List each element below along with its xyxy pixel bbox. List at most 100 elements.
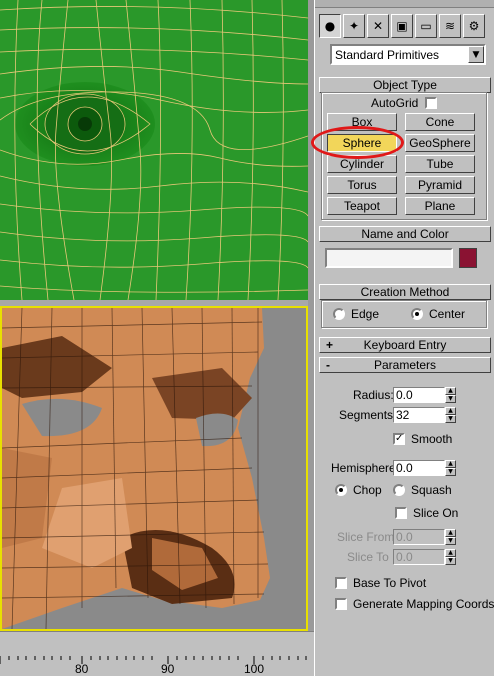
autogrid-checkbox[interactable] — [425, 97, 437, 109]
geosphere-button[interactable]: GeoSphere — [405, 134, 475, 152]
segments-spinner-arrows[interactable]: ▲ ▼ — [445, 407, 456, 423]
radius-spinner[interactable]: 0.0 ▲ ▼ — [393, 387, 456, 403]
base-to-pivot-label: Base To Pivot — [353, 576, 427, 590]
slice-from-spinner-arrows: ▲ ▼ — [445, 529, 456, 545]
spin-up-icon: ▲ — [445, 549, 456, 557]
name-color-rollout-header[interactable]: Name and Color — [319, 226, 491, 242]
spin-down-icon: ▼ — [445, 537, 456, 545]
top-viewport[interactable] — [0, 0, 308, 300]
spin-down-icon[interactable]: ▼ — [445, 415, 456, 423]
helpers-category-icon[interactable]: ✕ — [367, 14, 389, 38]
spin-down-icon[interactable]: ▼ — [445, 468, 456, 476]
expand-sign: + — [326, 338, 334, 352]
object-type-rollout-header[interactable]: Object Type — [319, 77, 491, 93]
face-mesh — [2, 308, 306, 629]
autogrid-label: AutoGrid — [371, 96, 419, 110]
ruler-label-90: 90 — [161, 662, 175, 676]
slice-to-spinner: 0.0 ▲ ▼ — [393, 549, 456, 565]
perspective-viewport[interactable] — [0, 306, 308, 631]
name-color-title: Name and Color — [361, 227, 449, 241]
chop-radio[interactable] — [335, 484, 347, 496]
radius-spinner-arrows[interactable]: ▲ ▼ — [445, 387, 456, 403]
object-name-input[interactable] — [325, 248, 453, 268]
spin-up-icon: ▲ — [445, 529, 456, 537]
command-panel: ● ✦ ✕ ▣ ▭ ≋ ⚙ Standard Primitives ▼ Obje… — [314, 0, 494, 676]
torus-button[interactable]: Torus — [327, 176, 397, 194]
creation-method-title: Creation Method — [360, 285, 450, 299]
geosphere-button-label: GeoSphere — [409, 136, 471, 150]
keyboard-entry-rollout-header[interactable]: + Keyboard Entry — [319, 337, 491, 353]
teapot-button-label: Teapot — [343, 199, 381, 213]
slice-to-label: Slice To — [347, 550, 389, 564]
teapot-button[interactable]: Teapot — [327, 197, 397, 215]
slice-on-label: Slice On — [413, 506, 459, 520]
radius-field[interactable]: 0.0 — [393, 387, 445, 403]
category-toolbar: ● ✦ ✕ ▣ ▭ ≋ ⚙ — [319, 14, 485, 40]
hemisphere-label: Hemisphere: — [331, 461, 400, 475]
ruler-label-100: 100 — [244, 662, 265, 676]
gen-mapping-label: Generate Mapping Coords. — [353, 597, 494, 611]
tube-button[interactable]: Tube — [405, 155, 475, 173]
slice-to-spinner-arrows: ▲ ▼ — [445, 549, 456, 565]
base-to-pivot-checkbox[interactable] — [335, 577, 347, 589]
object-type-title: Object Type — [373, 78, 437, 92]
highlight-circle — [311, 126, 404, 159]
segments-field[interactable]: 32 — [393, 407, 445, 423]
chevron-down-icon[interactable]: ▼ — [468, 46, 484, 63]
spin-up-icon[interactable]: ▲ — [445, 460, 456, 468]
hemisphere-spinner-arrows[interactable]: ▲ ▼ — [445, 460, 456, 476]
time-ruler[interactable]: 80 90 100 — [0, 631, 314, 676]
hemisphere-spinner[interactable]: 0.0 ▲ ▼ — [393, 460, 456, 476]
pyramid-button[interactable]: Pyramid — [405, 176, 475, 194]
hemisphere-field[interactable]: 0.0 — [393, 460, 445, 476]
squash-label: Squash — [411, 483, 452, 497]
parameters-title: Parameters — [373, 358, 437, 372]
slice-from-spinner: 0.0 ▲ ▼ — [393, 529, 456, 545]
edge-label: Edge — [351, 307, 380, 321]
cylinder-button-label: Cylinder — [339, 157, 384, 171]
chop-label: Chop — [353, 483, 382, 497]
ruler-ticks — [0, 656, 307, 664]
radius-label: Radius: — [353, 388, 394, 402]
center-radio[interactable] — [411, 308, 423, 320]
eye-wireframe — [0, 0, 308, 300]
torus-button-label: Torus — [347, 178, 377, 192]
smooth-checkbox[interactable]: ✓ — [393, 433, 405, 445]
dropdown-selected-label: Standard Primitives — [335, 47, 440, 62]
center-label: Center — [429, 307, 466, 321]
parameters-rollout-header[interactable]: - Parameters — [319, 357, 491, 373]
slice-from-label: Slice From — [337, 530, 395, 544]
display-category-icon[interactable]: ▭ — [415, 14, 437, 38]
segments-spinner[interactable]: 32 ▲ ▼ — [393, 407, 456, 423]
slice-from-field: 0.0 — [393, 529, 445, 545]
systems-category-icon[interactable]: ⚙ — [463, 14, 485, 38]
pyramid-button-label: Pyramid — [417, 178, 462, 192]
cameras-category-icon[interactable]: ▣ — [391, 14, 413, 38]
ruler-label-80: 80 — [75, 662, 89, 676]
collapse-sign: - — [326, 358, 330, 372]
plane-button[interactable]: Plane — [405, 197, 475, 215]
panel-tab-strip[interactable] — [315, 0, 494, 8]
geometry-category-icon[interactable]: ● — [319, 14, 341, 38]
gen-mapping-checkbox[interactable] — [335, 598, 347, 610]
spin-down-icon[interactable]: ▼ — [445, 395, 456, 403]
squash-radio[interactable] — [393, 484, 405, 496]
smooth-label: Smooth — [411, 432, 453, 446]
segments-label: Segments: — [339, 408, 397, 422]
spin-down-icon: ▼ — [445, 557, 456, 565]
spin-up-icon[interactable]: ▲ — [445, 387, 456, 395]
object-color-swatch[interactable] — [459, 248, 477, 268]
cone-button[interactable]: Cone — [405, 113, 475, 131]
creation-method-rollout-header[interactable]: Creation Method — [319, 284, 491, 300]
keyboard-entry-title: Keyboard Entry — [363, 338, 447, 352]
tube-button-label: Tube — [426, 157, 454, 171]
cone-button-label: Cone — [425, 115, 455, 129]
lights-category-icon[interactable]: ✦ — [343, 14, 365, 38]
edge-radio[interactable] — [333, 308, 345, 320]
slice-on-checkbox[interactable] — [395, 507, 407, 519]
plane-button-label: Plane — [424, 199, 456, 213]
object-category-dropdown[interactable]: Standard Primitives ▼ — [330, 44, 486, 65]
spacewarps-category-icon[interactable]: ≋ — [439, 14, 461, 38]
slice-to-field: 0.0 — [393, 549, 445, 565]
spin-up-icon[interactable]: ▲ — [445, 407, 456, 415]
